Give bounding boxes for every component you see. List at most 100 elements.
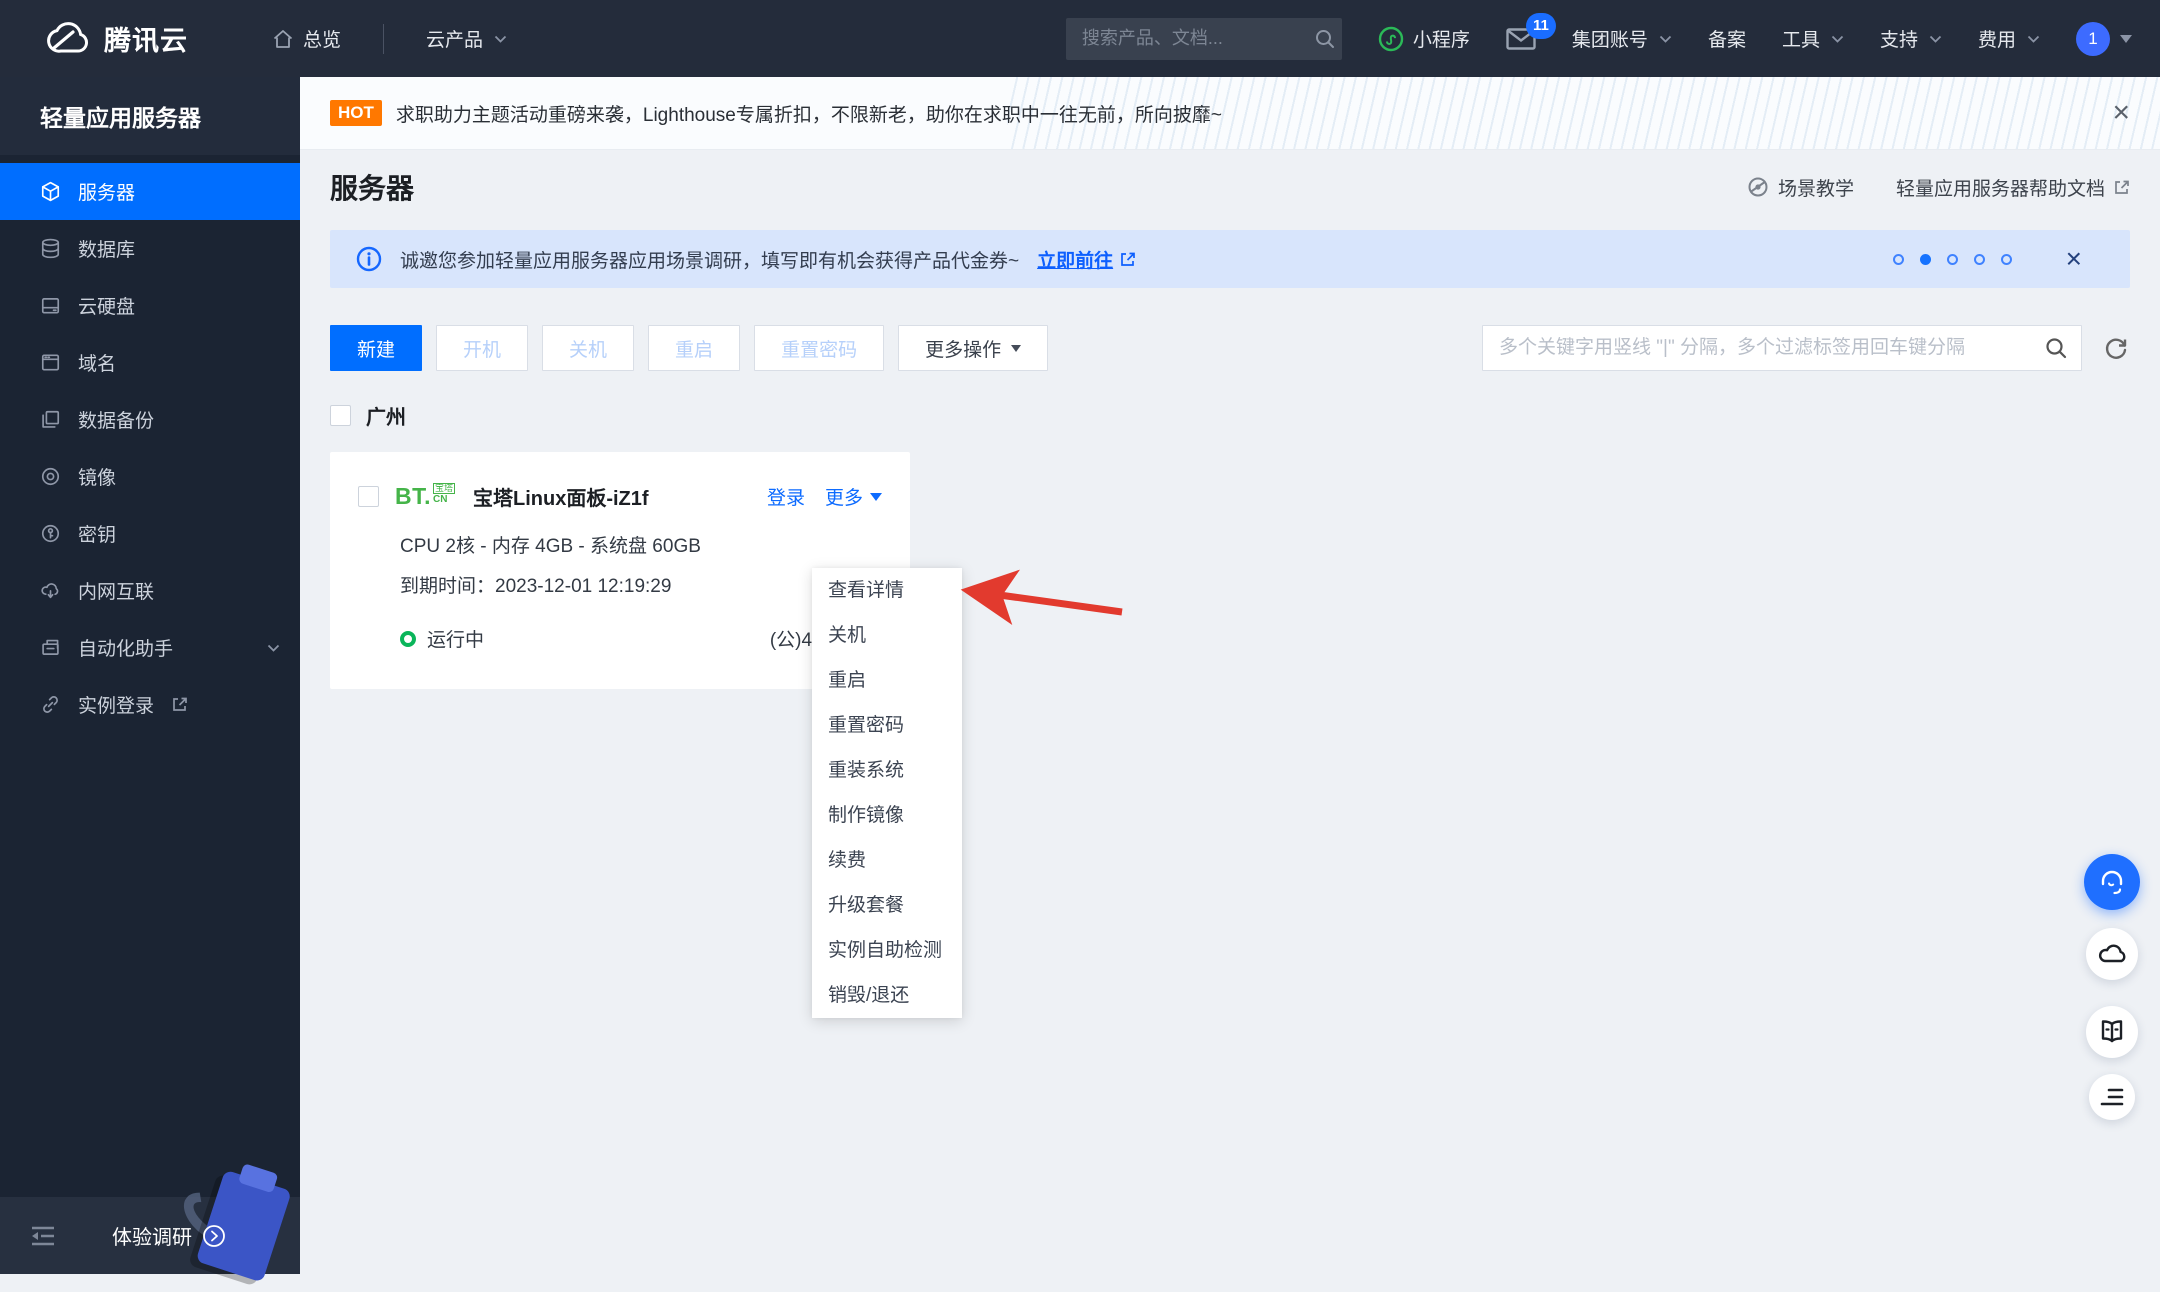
sidebar-item-cloud-disk[interactable]: 云硬盘	[0, 277, 300, 334]
menu-item-renew[interactable]: 续费	[812, 838, 962, 883]
pagination-dot[interactable]	[1946, 253, 1958, 265]
notice-text: 诚邀您参加轻量应用服务器应用场景调研，填写即有机会获得产品代金券~	[400, 250, 1020, 272]
sidebar-item-servers[interactable]: 服务器	[0, 163, 300, 220]
region-checkbox[interactable]	[330, 405, 351, 426]
menu-item-upgrade-plan[interactable]: 升级套餐	[812, 883, 962, 928]
sidebar-item-automation-assistant[interactable]: 自动化助手	[0, 619, 300, 676]
cloud-alert-button[interactable]	[2086, 928, 2138, 980]
instance-filter	[1482, 325, 2082, 371]
search-icon[interactable]	[1314, 28, 1336, 50]
sidebar-item-ssh-keys[interactable]: 密钥	[0, 505, 300, 562]
server-checkbox[interactable]	[358, 486, 379, 507]
documentation-button[interactable]	[2086, 1006, 2138, 1058]
region-label: 广州	[366, 407, 406, 429]
more-menu-link[interactable]: 更多	[825, 483, 882, 510]
create-button[interactable]: 新建	[330, 325, 423, 371]
baota-logo: BT. 宝塔 CN	[395, 483, 456, 510]
database-icon	[41, 238, 60, 259]
region-row: 广州	[330, 401, 2130, 430]
disk-icon	[41, 298, 60, 314]
link-icon	[43, 696, 58, 713]
pagination-dot[interactable]	[1892, 253, 1904, 265]
more-actions-button[interactable]: 更多操作	[898, 325, 1049, 371]
promo-close-icon[interactable]: ×	[2112, 98, 2130, 128]
caret-down-icon	[870, 492, 882, 501]
nav-tools-label: 工具	[1781, 30, 1820, 51]
pagination-dot[interactable]	[1973, 253, 1985, 265]
sidebar-item-data-backup[interactable]: 数据备份	[0, 391, 300, 448]
sidebar-item-label: 镜像	[78, 468, 117, 489]
avatar-caret-icon	[2120, 34, 2132, 43]
nav-group-account-label: 集团账号	[1571, 30, 1648, 51]
promo-banner: HOT 求职助力主题活动重磅来袭，Lighthouse专属折扣，不限新老，助你在…	[300, 77, 2160, 150]
survey-notice-banner: 诚邀您参加轻量应用服务器应用场景调研，填写即有机会获得产品代金券~ 立即前往 ×	[330, 230, 2130, 288]
nav-beian[interactable]: 备案	[1708, 25, 1746, 52]
collapse-sidebar-icon[interactable]	[30, 1225, 56, 1247]
server-name[interactable]: 宝塔Linux面板-iZ1f	[473, 482, 649, 511]
login-link[interactable]: 登录	[767, 483, 805, 510]
nav-messages[interactable]: 11	[1506, 12, 1556, 51]
more-actions-dropdown: 查看详情 关机 重启 重置密码 重装系统 制作镜像 续费 升级套餐 实例自助检测…	[812, 568, 962, 1018]
sidebar-menu: 服务器 数据库 云硬盘 域名 数据备份 镜像 密钥 内网互联 自动化助手 实例登…	[0, 155, 300, 733]
nav-support[interactable]: 支持	[1880, 25, 1942, 52]
refresh-icon[interactable]	[2102, 334, 2130, 362]
nav-tools[interactable]: 工具	[1782, 25, 1844, 52]
sidebar-item-label: 服务器	[78, 183, 136, 204]
menu-item-create-image[interactable]: 制作镜像	[812, 793, 962, 838]
info-icon	[356, 246, 382, 272]
backup-copies-icon	[42, 410, 60, 428]
global-search[interactable]	[1065, 17, 1342, 60]
menu-item-restart[interactable]: 重启	[812, 658, 962, 703]
menu-item-reset-password[interactable]: 重置密码	[812, 703, 962, 748]
power-off-button[interactable]: 关机	[542, 325, 635, 371]
feedback-list-button[interactable]	[2089, 1074, 2135, 1120]
global-search-input[interactable]	[1081, 28, 1314, 49]
avatar[interactable]: 1	[2076, 21, 2110, 56]
notice-cta-link[interactable]: 立即前往	[1037, 246, 1136, 273]
nav-group-account[interactable]: 集团账号	[1572, 25, 1672, 52]
sidebar: 轻量应用服务器 服务器 数据库 云硬盘 域名 数据备份 镜像 密钥 内网互联 自…	[0, 77, 300, 1283]
main-content: HOT 求职助力主题活动重磅来袭，Lighthouse专属折扣，不限新老，助你在…	[300, 77, 2160, 1274]
pagination-dot[interactable]	[2000, 253, 2012, 265]
sidebar-item-private-network[interactable]: 内网互联	[0, 562, 300, 619]
search-icon[interactable]	[2044, 336, 2068, 360]
help-doc-link[interactable]: 轻量应用服务器帮助文档	[1896, 174, 2130, 201]
nav-miniprogram[interactable]: 小程序	[1378, 25, 1470, 52]
menu-item-shutdown[interactable]: 关机	[812, 613, 962, 658]
support-headset-button[interactable]	[2084, 854, 2140, 910]
survey-link[interactable]: 体验调研	[112, 1221, 226, 1250]
nav-overview[interactable]: 总览	[272, 25, 341, 52]
sidebar-item-domain[interactable]: 域名	[0, 334, 300, 391]
sidebar-item-database[interactable]: 数据库	[0, 220, 300, 277]
sidebar-item-label: 域名	[78, 354, 117, 375]
restart-button[interactable]: 重启	[648, 325, 741, 371]
nav-billing[interactable]: 费用	[1978, 25, 2040, 52]
scene-teaching-link[interactable]: 场景教学	[1746, 174, 1854, 201]
running-status-icon	[400, 630, 416, 647]
help-doc-label: 轻量应用服务器帮助文档	[1895, 178, 2105, 200]
tencent-cloud-logo[interactable]: 腾讯云	[40, 19, 188, 58]
sidebar-item-instance-login[interactable]: 实例登录	[0, 676, 300, 733]
reset-password-button[interactable]: 重置密码	[754, 325, 885, 371]
page-header: 服务器 场景教学 轻量应用服务器帮助文档	[300, 150, 2160, 224]
menu-item-destroy-return[interactable]: 销毁/退还	[812, 973, 962, 1018]
promo-banner-text: 求职助力主题活动重磅来袭，Lighthouse专属折扣，不限新老，助你在求职中一…	[395, 104, 1222, 126]
nav-beian-label: 备案	[1707, 30, 1746, 51]
automation-box-icon	[42, 639, 59, 655]
external-link-icon	[1121, 252, 1135, 266]
chevron-down-icon	[1831, 35, 1844, 43]
nav-products[interactable]: 云产品	[426, 25, 507, 52]
sidebar-item-label: 云硬盘	[78, 297, 136, 318]
menu-item-view-details[interactable]: 查看详情	[812, 568, 962, 613]
notice-close-icon[interactable]: ×	[2066, 245, 2082, 273]
pagination-dot-active[interactable]	[1919, 253, 1931, 265]
menu-item-reinstall-system[interactable]: 重装系统	[812, 748, 962, 793]
instance-filter-input[interactable]	[1482, 325, 2082, 371]
account-menu[interactable]: 1	[2076, 21, 2132, 56]
toolbar: 新建 开机 关机 重启 重置密码 更多操作	[330, 325, 2130, 371]
sidebar-item-label: 自动化助手	[78, 639, 174, 660]
power-on-button[interactable]: 开机	[436, 325, 529, 371]
menu-item-self-diagnosis[interactable]: 实例自助检测	[812, 928, 962, 973]
sidebar-item-images[interactable]: 镜像	[0, 448, 300, 505]
cloud-bell-icon	[2098, 944, 2126, 963]
